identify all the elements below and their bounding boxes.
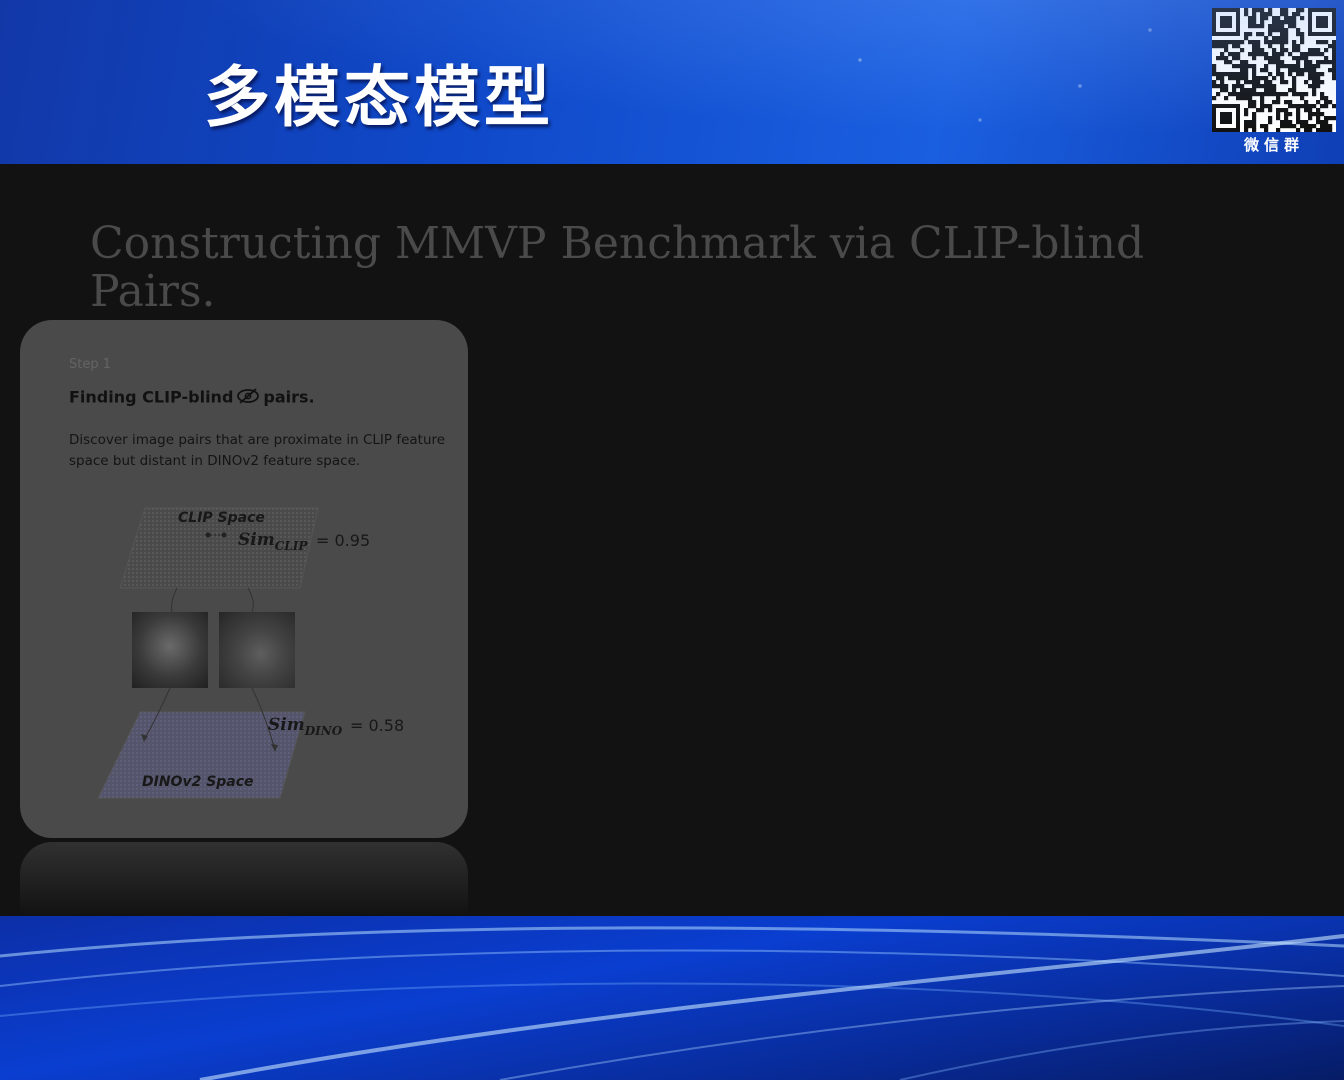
qr-finder-square bbox=[1212, 104, 1240, 132]
clip-dino-diagram: CLIP Space SimCLIP = 0.95 SimDINO = 0.58… bbox=[97, 507, 404, 799]
card-reflection bbox=[20, 842, 468, 916]
sim-dino-value: = 0.58 bbox=[350, 716, 404, 735]
slide-heading: Constructing MMVP Benchmark via CLIP-bli… bbox=[90, 218, 1145, 317]
qr-finder-square bbox=[1308, 8, 1336, 36]
image-pair-right bbox=[219, 612, 295, 688]
qr-code-icon bbox=[1212, 8, 1336, 132]
clip-point bbox=[221, 532, 227, 538]
banner-title: 多模态模型 bbox=[204, 59, 554, 136]
sim-clip-value: = 0.95 bbox=[316, 531, 370, 550]
qr-code-graphic bbox=[1212, 8, 1336, 132]
clip-point bbox=[205, 532, 211, 538]
top-banner: 多模态模型 微信群 bbox=[0, 0, 1344, 164]
light-streaks bbox=[0, 926, 1344, 1080]
qr-caption: 微信群 bbox=[1243, 136, 1304, 154]
bottom-banner bbox=[0, 916, 1344, 1080]
sim-dino-label: SimDINO bbox=[268, 715, 343, 738]
dino-space-label: DINOv2 Space bbox=[142, 774, 254, 790]
image-pair-left bbox=[132, 612, 208, 688]
clip-space-label: CLIP Space bbox=[178, 510, 265, 526]
step-card: Step 1 Finding CLIP-blind pairs. Discover… bbox=[20, 320, 468, 838]
qr-finder-square bbox=[1212, 8, 1240, 36]
